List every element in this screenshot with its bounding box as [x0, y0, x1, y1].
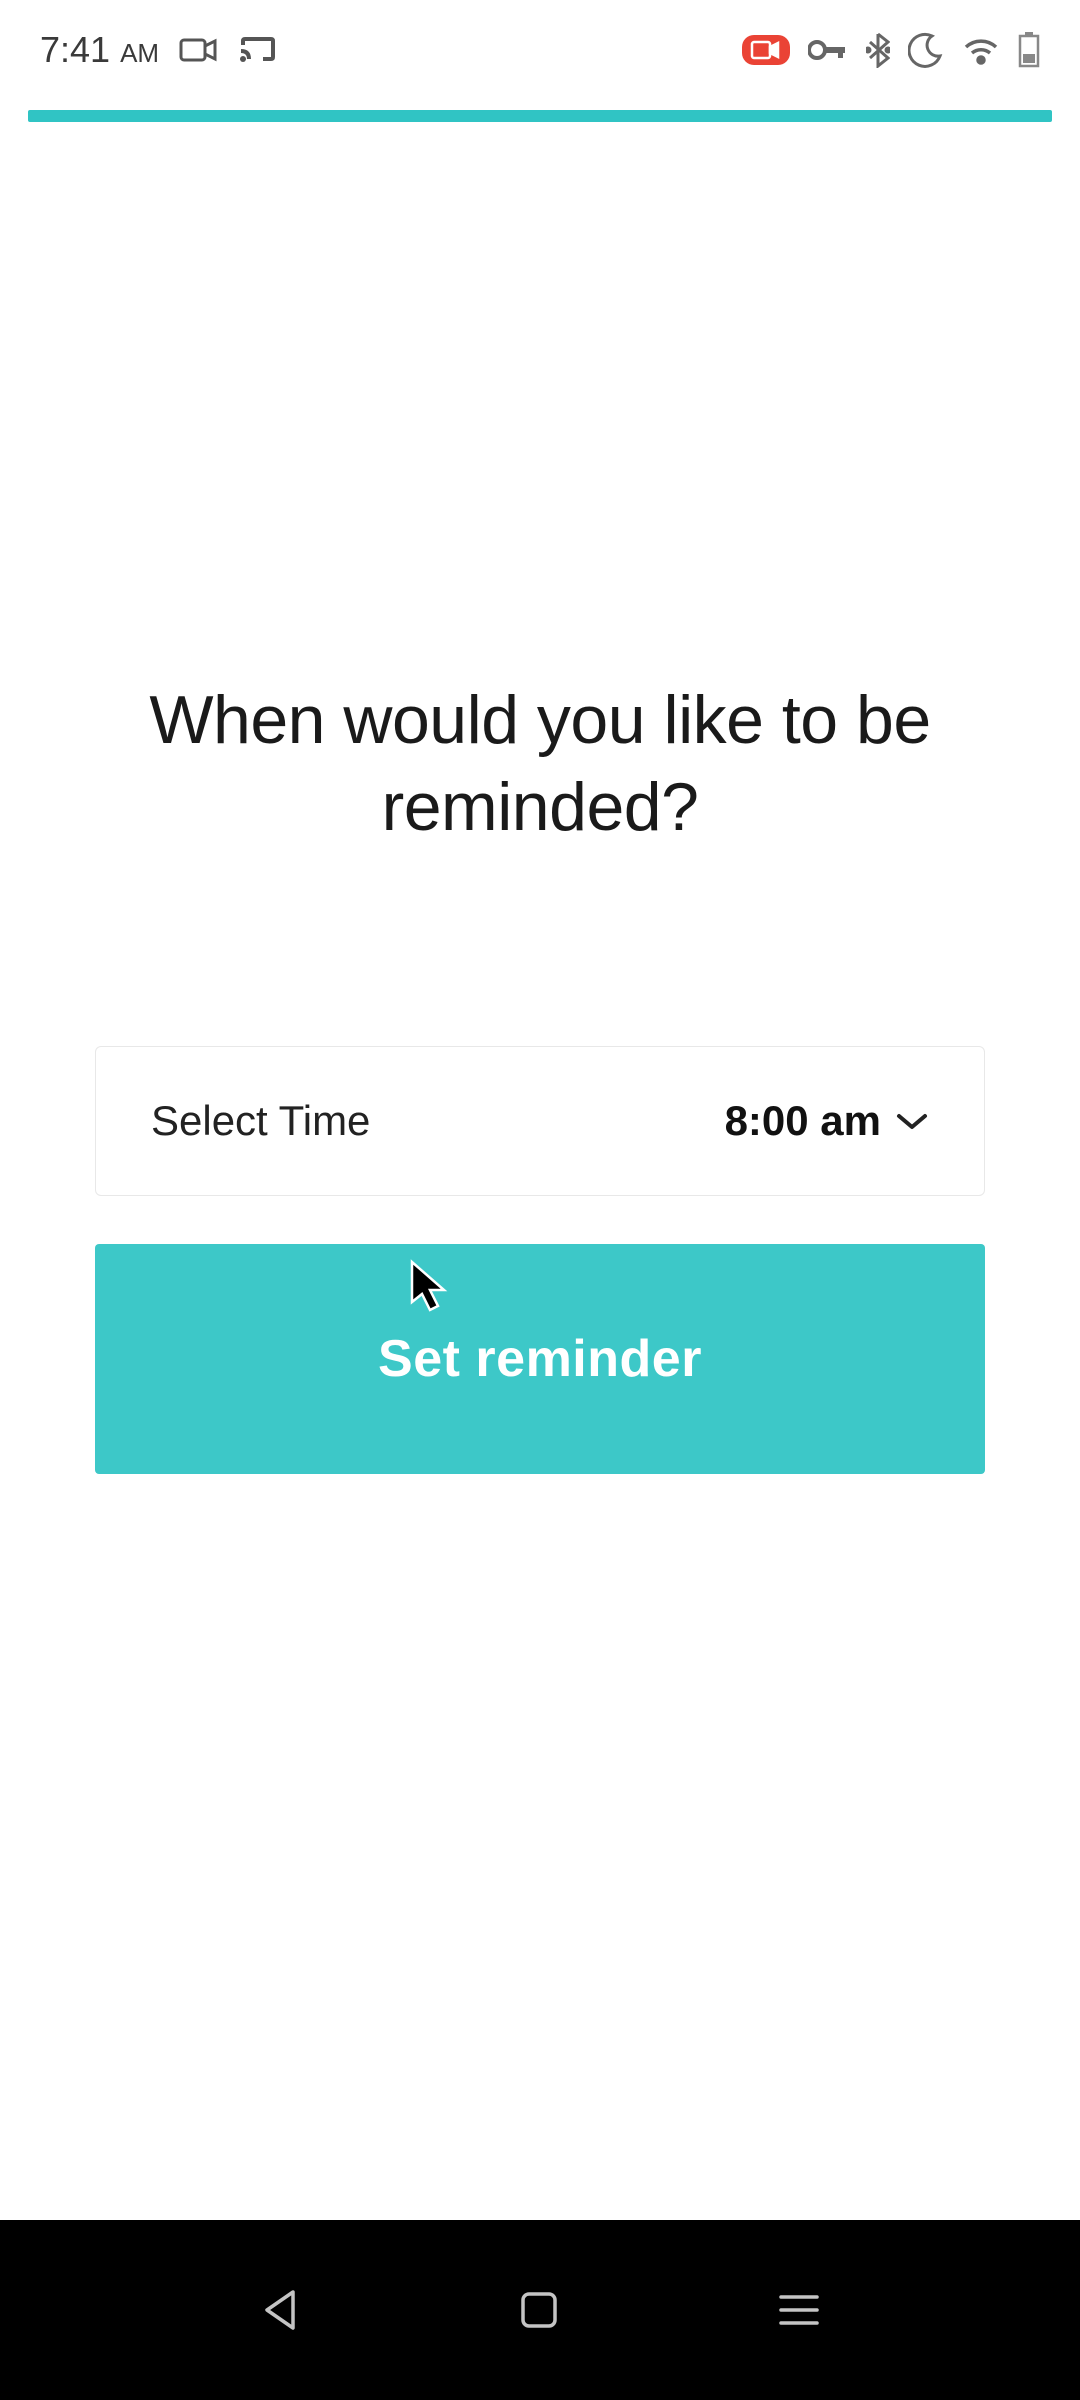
navigation-bar	[0, 2220, 1080, 2400]
main-content: When would you like to be reminded? Sele…	[0, 677, 1080, 1474]
recording-badge-icon	[742, 35, 790, 65]
progress-bar	[28, 110, 1052, 122]
time-select-value-wrap[interactable]: 8:00 am	[725, 1097, 929, 1145]
vpn-key-icon	[808, 39, 848, 61]
status-time: 7:41 AM	[40, 29, 159, 71]
time-select-value: 8:00 am	[725, 1097, 881, 1145]
nav-recent-button[interactable]	[777, 2292, 821, 2328]
clock-time: 7:41	[40, 29, 110, 70]
battery-icon	[1018, 32, 1040, 68]
time-select-label: Select Time	[151, 1097, 370, 1145]
status-right	[742, 32, 1040, 68]
clock-ampm: AM	[120, 38, 159, 68]
nav-home-button[interactable]	[518, 2289, 560, 2331]
status-bar: 7:41 AM	[0, 0, 1080, 100]
bluetooth-icon	[866, 32, 890, 68]
time-select-card[interactable]: Select Time 8:00 am	[95, 1046, 985, 1196]
cast-icon	[239, 35, 277, 65]
chevron-down-icon	[895, 1111, 929, 1131]
status-left: 7:41 AM	[40, 29, 277, 71]
set-reminder-button[interactable]: Set reminder	[95, 1244, 985, 1474]
set-reminder-label: Set reminder	[378, 1329, 702, 1389]
do-not-disturb-icon	[908, 32, 944, 68]
camera-icon	[179, 36, 219, 64]
wifi-icon	[962, 35, 1000, 65]
page-heading: When would you like to be reminded?	[95, 677, 985, 851]
nav-back-button[interactable]	[259, 2286, 301, 2334]
